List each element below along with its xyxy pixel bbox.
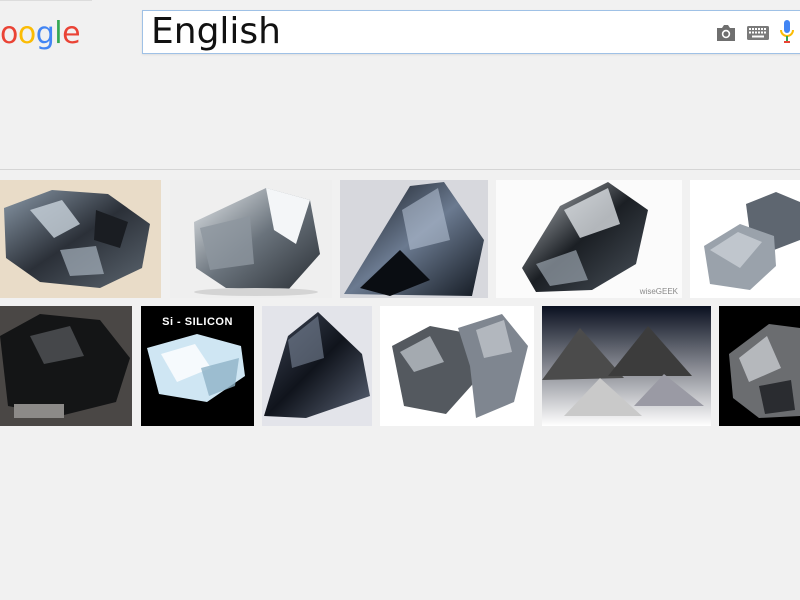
image-result[interactable] xyxy=(340,180,488,298)
logo-letter: e xyxy=(62,16,81,51)
keyboard-icon[interactable] xyxy=(747,26,769,45)
logo-letter: g xyxy=(35,16,55,51)
image-watermark: wiseGEEK xyxy=(639,287,678,296)
logo-letter: o xyxy=(0,16,18,51)
top-hairline xyxy=(0,0,92,1)
google-logo[interactable]: oogle xyxy=(0,16,81,56)
image-result[interactable] xyxy=(690,180,800,298)
section-divider xyxy=(0,169,800,170)
logo-letter: o xyxy=(17,16,36,51)
image-result[interactable] xyxy=(170,180,332,298)
image-result[interactable] xyxy=(0,180,161,298)
silicon-badge-label: Si - SILICON xyxy=(162,316,233,328)
image-result[interactable] xyxy=(380,306,534,426)
image-result[interactable]: wiseGEEK xyxy=(496,180,682,298)
search-box[interactable]: English xyxy=(142,10,800,54)
image-result[interactable] xyxy=(262,306,372,426)
logo-letter: l xyxy=(54,16,63,51)
image-result[interactable] xyxy=(719,306,800,426)
image-result[interactable] xyxy=(542,306,711,426)
microphone-icon[interactable] xyxy=(779,19,795,52)
search-input[interactable]: English xyxy=(151,11,691,53)
image-result[interactable]: Si - SILICON xyxy=(141,306,254,426)
camera-icon[interactable] xyxy=(715,23,737,48)
image-result[interactable] xyxy=(0,306,132,426)
